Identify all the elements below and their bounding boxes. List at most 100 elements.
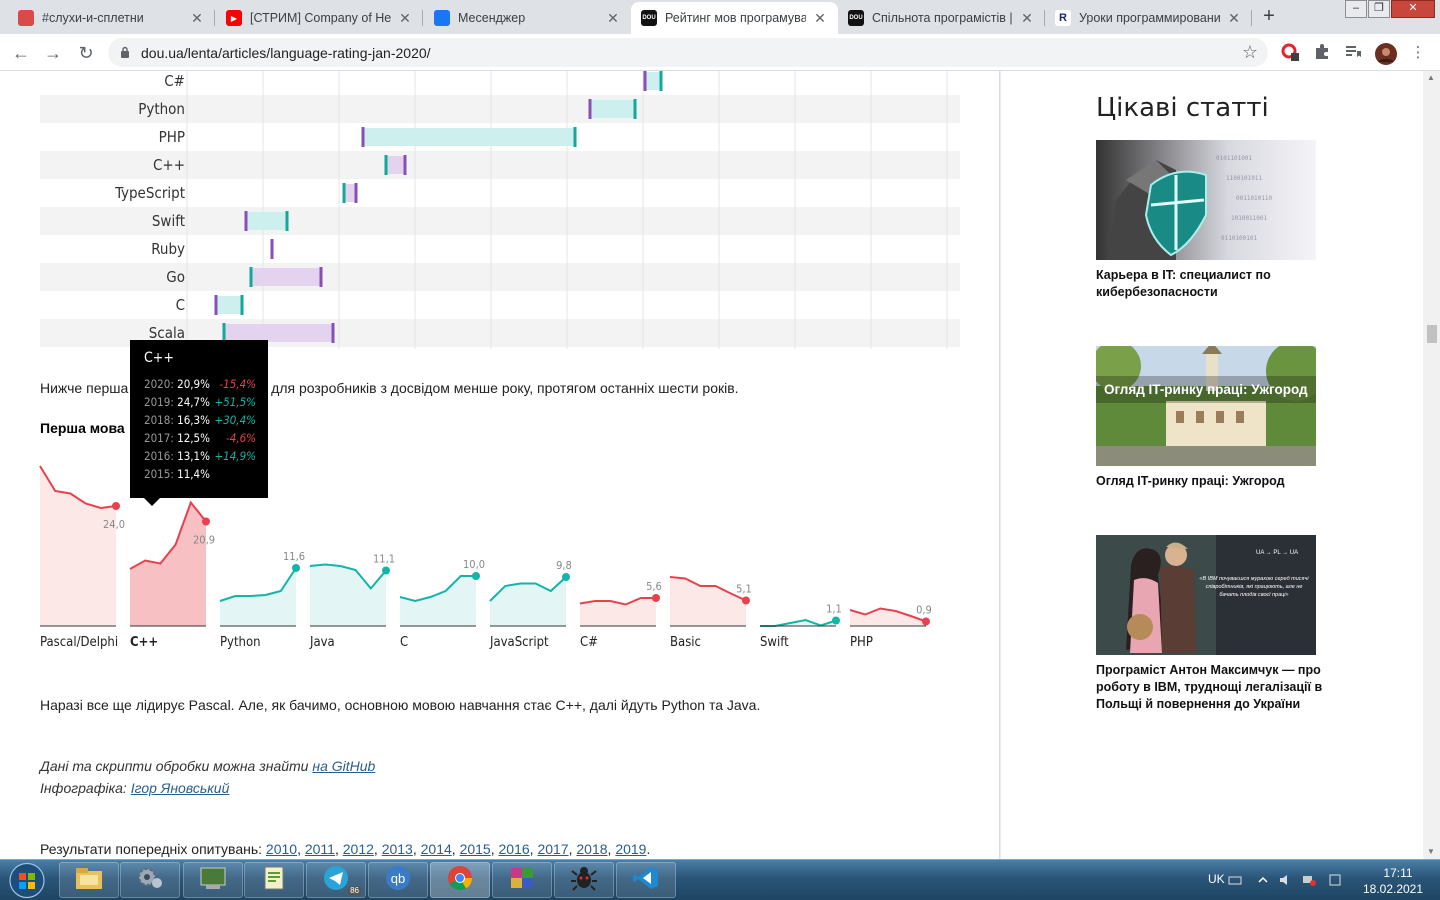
clock-time[interactable]: 17:11 xyxy=(1368,866,1428,880)
winrar-taskbar-button[interactable] xyxy=(492,862,552,898)
article-card-image-uzhgorod[interactable]: Огляд IT-ринку праці: Ужгород xyxy=(1096,346,1316,466)
address-bar[interactable]: dou.ua/lenta/articles/language-rating-ja… xyxy=(108,38,1268,67)
survey-link-2019[interactable]: 2019 xyxy=(615,841,646,857)
survey-link-2012[interactable]: 2012 xyxy=(343,841,374,857)
close-tab-icon[interactable]: ✕ xyxy=(812,10,828,27)
keyboard-icon[interactable] xyxy=(1228,873,1242,887)
series-name-label[interactable]: JavaScript xyxy=(489,635,549,649)
range-bar[interactable] xyxy=(590,100,635,118)
survey-link-2016[interactable]: 2016 xyxy=(499,841,530,857)
comma: , xyxy=(373,841,382,857)
author-link[interactable]: Ігор Яновський xyxy=(131,780,230,796)
series-name-label[interactable]: Swift xyxy=(760,635,789,649)
article-card-image-cybersecurity[interactable]: 0101101001 1100101011 0011010110 101001100… xyxy=(1096,140,1316,260)
series-name-label[interactable]: Python xyxy=(220,635,261,649)
close-tab-icon[interactable]: ✕ xyxy=(1226,10,1242,27)
github-link[interactable]: на GitHub xyxy=(312,758,375,774)
power-icon[interactable] xyxy=(1328,873,1342,887)
show-hidden-icons-icon[interactable] xyxy=(1256,873,1270,887)
series-name-label[interactable]: PHP xyxy=(850,635,873,649)
series-name-label[interactable]: C# xyxy=(580,635,598,649)
article-card-image-ibm[interactable]: UA → PL → UA «В IBM почуваєшся мурахою с… xyxy=(1096,535,1316,655)
menu-kebab-icon[interactable]: ⋮ xyxy=(1408,43,1428,63)
vscode-taskbar-button[interactable] xyxy=(616,862,676,898)
language-indicator[interactable]: UK xyxy=(1208,872,1225,886)
series-area[interactable] xyxy=(670,577,746,626)
maximize-button[interactable]: ❐ xyxy=(1368,0,1390,18)
scroll-thumb[interactable] xyxy=(1427,325,1437,343)
series-name-label[interactable]: C++ xyxy=(130,635,158,649)
winrar-icon xyxy=(507,865,537,896)
profile-avatar[interactable] xyxy=(1375,43,1397,65)
browser-tab[interactable]: Месенджер ✕ xyxy=(424,2,631,34)
url-text[interactable]: dou.ua/lenta/articles/language-rating-ja… xyxy=(141,45,431,61)
article-card-title-ibm[interactable]: Програміст Антон Максимчук — про роботу … xyxy=(1096,662,1326,713)
extensions-puzzle-icon[interactable] xyxy=(1312,43,1332,63)
start-button[interactable] xyxy=(2,861,52,900)
survey-link-2014[interactable]: 2014 xyxy=(421,841,452,857)
back-button[interactable]: ← xyxy=(8,40,34,66)
article-card-title-cybersecurity[interactable]: Карьера в IT: специалист по кибербезопас… xyxy=(1096,267,1326,301)
network-error-icon[interactable] xyxy=(1302,873,1316,887)
bookmark-star-icon[interactable]: ☆ xyxy=(1242,42,1258,63)
range-start-mark xyxy=(342,183,346,203)
extension-opera-icon[interactable] xyxy=(1280,43,1300,63)
minimize-button[interactable]: – xyxy=(1345,0,1367,18)
clock-date[interactable]: 18.02.2021 xyxy=(1358,882,1428,896)
file-explorer-taskbar-button[interactable] xyxy=(59,862,119,898)
reload-button[interactable]: ↻ xyxy=(73,40,99,66)
close-window-button[interactable]: ✕ xyxy=(1391,0,1435,18)
new-tab-button[interactable]: + xyxy=(1258,6,1280,28)
series-name-label[interactable]: C xyxy=(400,635,408,649)
series-name-label[interactable]: Java xyxy=(309,635,335,649)
r-icon: R xyxy=(1055,10,1071,26)
bug-taskbar-button[interactable] xyxy=(554,862,614,898)
scroll-up-arrow[interactable]: ▲ xyxy=(1427,73,1435,82)
range-bar[interactable] xyxy=(216,296,242,314)
survey-link-2011[interactable]: 2011 xyxy=(305,841,335,857)
series-name-label[interactable]: Basic xyxy=(670,635,701,649)
notepad-taskbar-button[interactable] xyxy=(244,862,304,898)
browser-tab[interactable]: #слухи-и-сплетни ✕ xyxy=(8,2,215,34)
range-bar[interactable] xyxy=(344,184,356,202)
series-name-label[interactable]: Pascal/Delphi xyxy=(40,635,118,649)
range-bar[interactable] xyxy=(386,156,405,174)
forward-button[interactable]: → xyxy=(40,40,66,66)
settings-gears-taskbar-button[interactable] xyxy=(120,862,180,898)
range-row-label: Python xyxy=(138,100,185,118)
scroll-down-arrow[interactable]: ▼ xyxy=(1427,847,1435,856)
close-tab-icon[interactable]: ✕ xyxy=(397,10,413,27)
series-area[interactable] xyxy=(310,564,386,627)
close-tab-icon[interactable]: ✕ xyxy=(1019,10,1035,27)
chrome-taskbar-button[interactable] xyxy=(430,862,490,898)
close-tab-icon[interactable]: ✕ xyxy=(605,10,621,27)
browser-tab[interactable]: DOU Спільнота програмістів | DOU ✕ xyxy=(838,2,1045,34)
cpp-tooltip: C++ 2020: 20,9% -15,4% 2019: 24,7% +51,5% 20… xyxy=(130,340,268,506)
page-scrollbar[interactable]: ▲ ▼ xyxy=(1423,71,1440,859)
volume-icon[interactable] xyxy=(1278,873,1292,887)
range-bar[interactable] xyxy=(251,268,321,286)
qbittorrent-taskbar-button[interactable]: qb xyxy=(368,862,428,898)
series-area[interactable] xyxy=(130,502,206,627)
browser-tab[interactable]: ▶ [СТРИМ] Company of Heroes ✕ xyxy=(216,2,423,34)
range-start-mark xyxy=(249,267,253,287)
browser-tab[interactable]: R Уроки программирования ✕ xyxy=(1045,2,1252,34)
series-area[interactable] xyxy=(40,466,116,626)
survey-link-2010[interactable]: 2010 xyxy=(266,841,297,857)
terminal-taskbar-button[interactable] xyxy=(183,862,243,898)
survey-link-2018[interactable]: 2018 xyxy=(576,841,607,857)
survey-link-2013[interactable]: 2013 xyxy=(382,841,413,857)
telegram-taskbar-button[interactable]: 86 xyxy=(306,862,366,898)
previous-surveys: Результати попередніх опитувань: 2010, 2… xyxy=(40,841,651,857)
range-bar[interactable] xyxy=(363,128,575,146)
article-card-title-uzhgorod[interactable]: Огляд IT-ринку праці: Ужгород xyxy=(1096,473,1326,490)
reading-list-icon[interactable] xyxy=(1343,43,1363,63)
tab-title: [СТРИМ] Company of Heroes xyxy=(250,11,391,25)
series-endpoint xyxy=(832,616,840,625)
range-bar[interactable] xyxy=(645,72,661,90)
close-tab-icon[interactable]: ✕ xyxy=(189,10,205,27)
survey-link-2017[interactable]: 2017 xyxy=(537,841,568,857)
range-bar[interactable] xyxy=(246,212,287,230)
browser-tab[interactable]: DOU Рейтинг мов програмування ✕ xyxy=(631,2,838,34)
survey-link-2015[interactable]: 2015 xyxy=(460,841,491,857)
